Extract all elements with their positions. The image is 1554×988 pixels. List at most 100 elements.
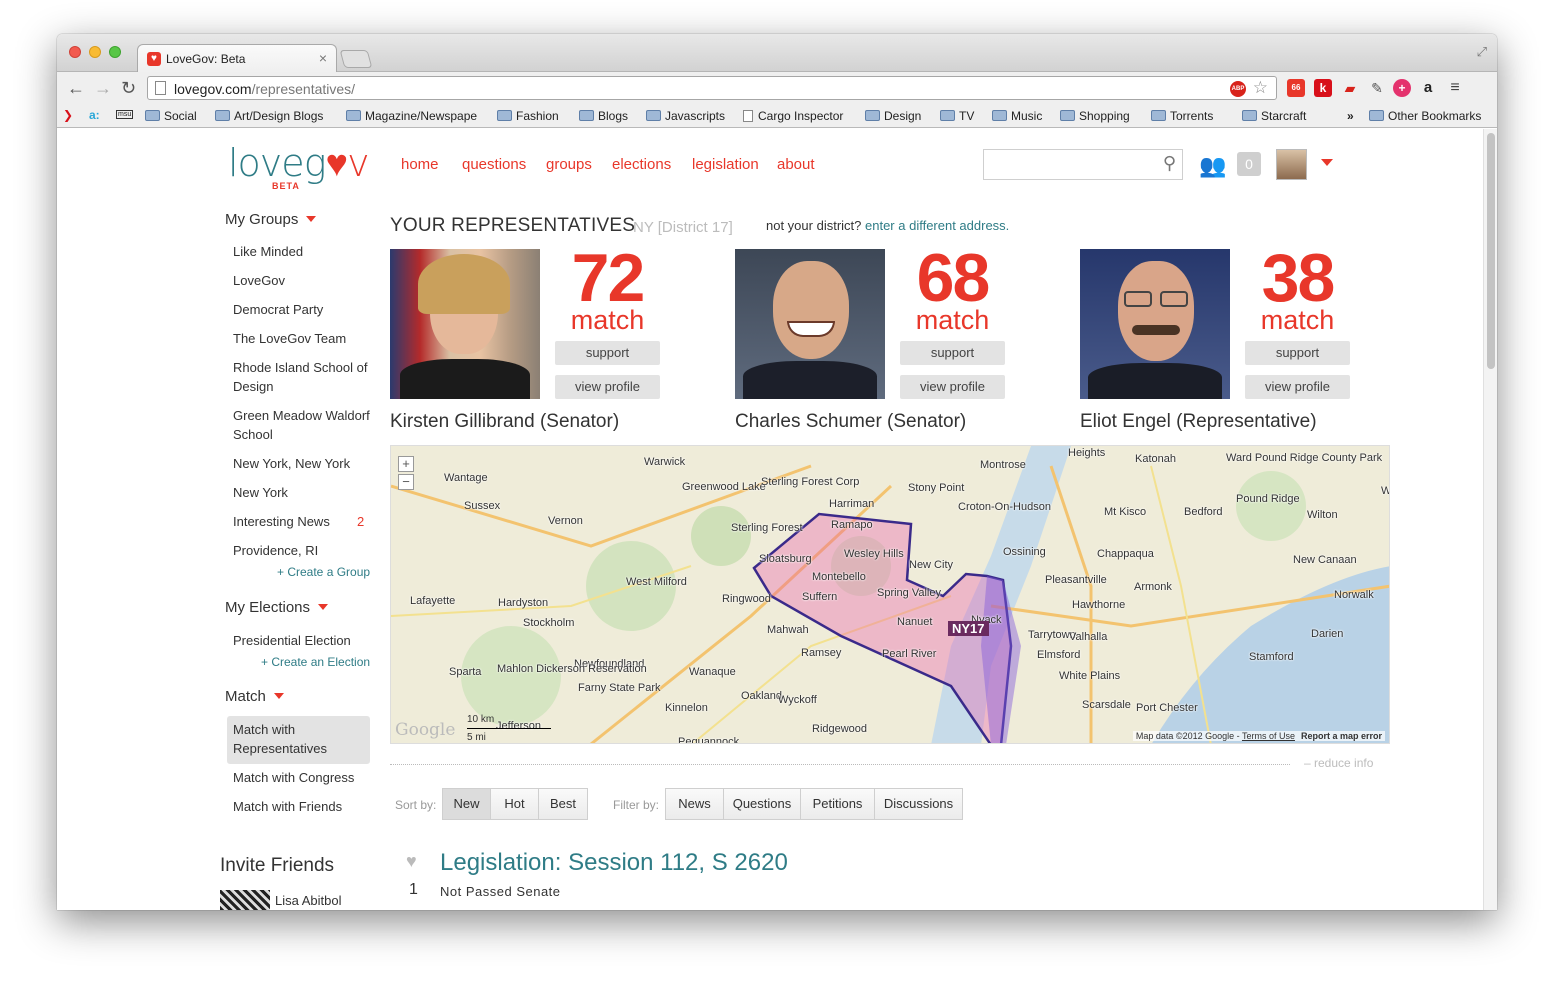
zoom-out-button[interactable]: − (398, 474, 414, 490)
page-scrollbar[interactable] (1483, 129, 1497, 910)
sort-hot-button[interactable]: Hot (490, 788, 539, 820)
filter-discussions-button[interactable]: Discussions (874, 788, 963, 820)
scrollbar-thumb[interactable] (1487, 133, 1495, 369)
bookmark-item[interactable]: Design (865, 109, 921, 123)
legislation-title-link[interactable]: Legislation: Session 112, S 2620 (440, 849, 788, 877)
bookmark-site-icon[interactable]: msu (116, 110, 134, 119)
friend-name[interactable]: Lisa Abitbol (275, 893, 342, 908)
support-button[interactable]: support (900, 341, 1005, 365)
extension-couch-icon[interactable]: ▰ (1341, 79, 1359, 97)
filter-petitions-button[interactable]: Petitions (800, 788, 875, 820)
sidebar-item-group[interactable]: Providence, RI (233, 541, 373, 560)
extension-k-icon[interactable]: k (1314, 79, 1332, 97)
view-profile-button[interactable]: view profile (555, 375, 660, 399)
new-tab-button[interactable] (339, 50, 373, 68)
sort-new-button[interactable]: New (442, 788, 491, 820)
chevron-down-icon[interactable] (1321, 159, 1333, 166)
rep-name[interactable]: Kirsten Gillibrand (Senator) (390, 411, 619, 433)
different-address-link[interactable]: enter a different address. (865, 218, 1009, 233)
sidebar-item-group[interactable]: The LoveGov Team (233, 329, 373, 348)
reload-icon[interactable]: ↻ (121, 78, 136, 98)
user-avatar[interactable] (1276, 149, 1307, 180)
sidebar-item-group[interactable]: Democrat Party (233, 300, 373, 319)
support-button[interactable]: support (1245, 341, 1350, 365)
other-bookmarks-folder[interactable]: Other Bookmarks (1369, 109, 1481, 123)
bookmark-item[interactable]: Music (992, 109, 1042, 123)
bookmark-item[interactable]: TV (940, 109, 974, 123)
zoom-window-button[interactable] (109, 46, 121, 58)
bookmarks-overflow-icon[interactable]: » (1347, 109, 1354, 123)
sidebar-item-group[interactable]: Like Minded (233, 242, 373, 261)
nav-groups[interactable]: groups (546, 156, 592, 173)
search-input[interactable]: ⚲ (983, 149, 1183, 180)
view-profile-button[interactable]: view profile (900, 375, 1005, 399)
report-error-link[interactable]: Report a map error (1301, 731, 1382, 741)
district-map[interactable]: + − Warwick Wantage Greenwood Lake Sterling… (390, 445, 1390, 744)
sort-best-button[interactable]: Best (538, 788, 588, 820)
menu-icon[interactable]: ≡ (1446, 79, 1464, 97)
rep-photo-gillibrand[interactable] (390, 249, 540, 399)
sidebar-item-match-congress[interactable]: Match with Congress (233, 768, 373, 787)
bookmark-item[interactable]: Social (145, 109, 197, 123)
lovegov-logo[interactable]: loveg♥v (228, 141, 370, 186)
sidebar-item-group[interactable]: New York (233, 483, 373, 502)
filter-news-button[interactable]: News (665, 788, 724, 820)
heart-plus-icon[interactable]: ♥ (406, 851, 417, 872)
create-group-link[interactable]: + Create a Group (277, 565, 370, 579)
back-arrow-icon[interactable]: ← (67, 78, 85, 98)
wrench-icon[interactable]: ✎ (1368, 79, 1386, 97)
friends-icon[interactable]: 👥 (1199, 153, 1226, 179)
create-election-link[interactable]: + Create an Election (261, 655, 370, 669)
search-icon[interactable]: ⚲ (1163, 153, 1176, 174)
sidebar-item-group[interactable]: New York, New York (233, 454, 373, 473)
support-button[interactable]: support (555, 341, 660, 365)
bookmark-item[interactable]: Starcraft (1242, 109, 1306, 123)
sidebar-item-group[interactable]: LoveGov (233, 271, 373, 290)
extension-plus-icon[interactable]: + (1393, 79, 1411, 97)
bookmark-item[interactable]: Blogs (579, 109, 628, 123)
bookmark-item[interactable]: Fashion (497, 109, 559, 123)
friend-avatar[interactable] (220, 890, 270, 910)
rep-photo-engel[interactable] (1080, 249, 1230, 399)
notification-count[interactable]: 0 (1237, 152, 1261, 176)
reduce-info-link[interactable]: – reduce info (1304, 756, 1373, 770)
sidebar-item-presidential-election[interactable]: Presidential Election (233, 631, 373, 650)
tab-close-icon[interactable]: × (319, 50, 327, 66)
nav-home[interactable]: home (401, 156, 439, 173)
zoom-in-button[interactable]: + (398, 456, 414, 472)
bookmark-star-icon[interactable]: ☆ (1253, 78, 1268, 98)
bookmark-item[interactable]: Cargo Inspector (743, 109, 843, 123)
rep-photo-schumer[interactable] (735, 249, 885, 399)
browser-tab[interactable]: ♥ LoveGov: Beta × (137, 44, 337, 73)
amazon-icon[interactable]: a (1419, 79, 1437, 97)
my-elections-heading[interactable]: My Elections (225, 599, 329, 616)
bookmark-item[interactable]: Art/Design Blogs (215, 109, 323, 123)
match-heading[interactable]: Match (225, 688, 284, 705)
extension-badge-icon[interactable]: 66 (1287, 79, 1305, 97)
adblock-icon[interactable]: ABP (1230, 81, 1246, 97)
minimize-window-button[interactable] (89, 46, 101, 58)
nav-elections[interactable]: elections (612, 156, 671, 173)
address-bar[interactable]: lovegov.com/representatives/ ABP ☆ (147, 76, 1277, 100)
bookmark-app-icon[interactable]: ❯ (63, 108, 73, 122)
fullscreen-icon[interactable]: ⤢ (1477, 44, 1487, 60)
nav-legislation[interactable]: legislation (692, 156, 759, 173)
bookmark-item[interactable]: Shopping (1060, 109, 1130, 123)
google-logo[interactable]: Google (395, 720, 455, 740)
forward-arrow-icon[interactable]: → (94, 78, 112, 98)
sidebar-item-match-friends[interactable]: Match with Friends (233, 797, 373, 816)
view-profile-button[interactable]: view profile (1245, 375, 1350, 399)
bookmark-item[interactable]: Magazine/Newspape (346, 109, 477, 123)
close-window-button[interactable] (69, 46, 81, 58)
sidebar-item-group[interactable]: Green Meadow Waldorf School (233, 406, 373, 444)
sidebar-item-group[interactable]: Rhode Island School of Design (233, 358, 373, 396)
my-groups-heading[interactable]: My Groups (225, 211, 317, 228)
sidebar-item-group[interactable]: Interesting News 2 (233, 512, 373, 531)
terms-of-use-link[interactable]: Terms of Use (1242, 731, 1295, 741)
bookmark-item[interactable]: Torrents (1151, 109, 1213, 123)
nav-questions[interactable]: questions (462, 156, 526, 173)
filter-questions-button[interactable]: Questions (723, 788, 801, 820)
bookmark-a-icon[interactable]: a: (89, 108, 100, 122)
nav-about[interactable]: about (777, 156, 815, 173)
sidebar-item-match-representatives[interactable]: Match with Representatives (233, 720, 353, 758)
